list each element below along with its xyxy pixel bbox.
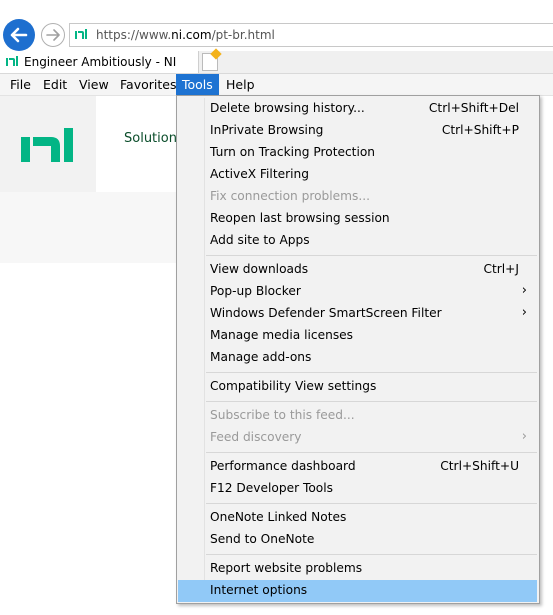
new-tab-button[interactable]	[202, 48, 222, 71]
menu-separator	[206, 554, 537, 555]
page-band	[0, 192, 177, 263]
menu-item-reopen-session[interactable]: Reopen last browsing session	[177, 208, 539, 230]
submenu-arrow-icon: ›	[521, 305, 527, 320]
menu-item-activex-filtering[interactable]: ActiveX Filtering	[177, 164, 539, 186]
menu-item-inprivate-browsing[interactable]: InPrivate Browsing Ctrl+Shift+P	[177, 120, 539, 142]
menu-item-send-to-onenote[interactable]: Send to OneNote	[177, 529, 539, 551]
address-bar-row: https://www.ni.com/pt-br.html	[0, 17, 553, 51]
ni-favicon-icon	[75, 29, 87, 39]
menu-item-subscribe-feed: Subscribe to this feed...	[210, 408, 355, 422]
menu-item-fix-connection: Fix connection problems...	[210, 189, 371, 203]
menu-favorites[interactable]: Favorites	[114, 74, 182, 95]
menu-item-smartscreen-filter[interactable]: Windows Defender SmartScreen Filter ›	[177, 303, 539, 325]
ni-logo-icon[interactable]	[21, 128, 75, 162]
menu-separator	[206, 255, 537, 256]
solutions-nav-link[interactable]: Solution	[124, 131, 177, 146]
menu-separator	[206, 372, 537, 373]
back-arrow-icon	[10, 27, 28, 43]
tools-dropdown-menu: Delete browsing history... Ctrl+Shift+De…	[176, 95, 540, 604]
menu-item-tracking-protection[interactable]: Turn on Tracking Protection	[177, 142, 539, 164]
menu-separator	[206, 503, 537, 504]
ni-favicon-icon	[6, 56, 18, 66]
menu-item-popup-blocker[interactable]: Pop-up Blocker ›	[177, 281, 539, 303]
menu-item-compatibility-view[interactable]: Compatibility View settings	[177, 376, 539, 398]
url-input[interactable]: https://www.ni.com/pt-br.html	[69, 23, 553, 47]
menu-item-view-downloads[interactable]: View downloads Ctrl+J	[177, 259, 539, 281]
new-tab-star-icon	[210, 48, 222, 60]
menu-file[interactable]: File	[4, 74, 37, 95]
forward-arrow-icon	[46, 29, 60, 41]
tab-ni[interactable]: Engineer Ambitiously - NI	[0, 51, 199, 73]
tab-title: Engineer Ambitiously - NI	[24, 55, 177, 69]
menu-item-f12-developer-tools[interactable]: F12 Developer Tools	[177, 478, 539, 500]
menu-item-feed-discovery: Feed discovery ›	[210, 429, 527, 444]
menu-item-internet-options[interactable]: Internet options	[178, 580, 537, 602]
back-button[interactable]	[3, 19, 35, 51]
menu-tools[interactable]: Tools	[176, 74, 219, 95]
url-text: https://www.ni.com/pt-br.html	[96, 28, 275, 42]
menu-help[interactable]: Help	[220, 74, 261, 95]
menu-separator	[206, 401, 537, 402]
menu-edit[interactable]: Edit	[37, 74, 73, 95]
menu-separator	[206, 452, 537, 453]
menu-item-media-licenses[interactable]: Manage media licenses	[177, 325, 539, 347]
menu-item-manage-addons[interactable]: Manage add-ons	[177, 347, 539, 369]
menu-item-report-website-problems[interactable]: Report website problems	[177, 558, 539, 580]
forward-button[interactable]	[41, 23, 65, 47]
menu-view[interactable]: View	[73, 74, 115, 95]
tab-strip: Engineer Ambitiously - NI	[0, 48, 553, 74]
logo-panel	[0, 96, 96, 192]
submenu-arrow-icon: ›	[521, 283, 527, 298]
menu-item-onenote-linked-notes[interactable]: OneNote Linked Notes	[177, 507, 539, 529]
menu-item-add-site-to-apps[interactable]: Add site to Apps	[177, 230, 539, 252]
menu-item-performance-dashboard[interactable]: Performance dashboard Ctrl+Shift+U	[177, 456, 539, 478]
menu-bar: File Edit View Favorites Tools Help	[0, 74, 553, 96]
submenu-arrow-icon: ›	[521, 429, 527, 444]
menu-item-delete-browsing-history[interactable]: Delete browsing history... Ctrl+Shift+De…	[177, 98, 539, 120]
